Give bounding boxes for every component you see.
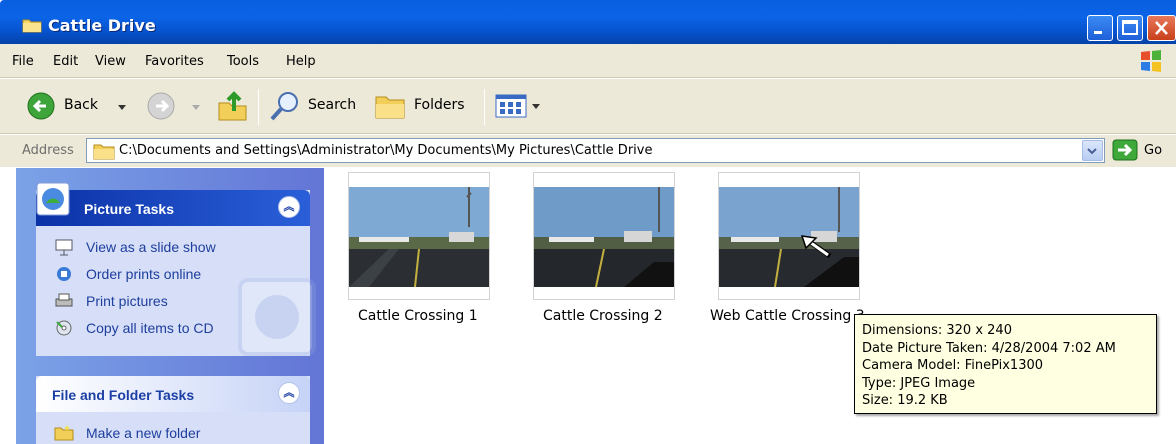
- chevron-up-icon: ︽: [283, 200, 295, 213]
- picture-tasks-header[interactable]: Picture Tasks ︽: [36, 182, 310, 226]
- tooltip-size: Size: 19.2 KB: [862, 393, 948, 408]
- folder-icon: [93, 144, 115, 160]
- folder-icon: [22, 19, 42, 33]
- file-folder-tasks-title: File and Folder Tasks: [52, 387, 195, 403]
- slideshow-icon: [55, 239, 73, 256]
- menu-favorites[interactable]: Favorites: [145, 54, 204, 69]
- file-name: Web Cattle Crossing 3: [710, 308, 865, 324]
- photo-thumbnail: [349, 187, 489, 287]
- file-name: Cattle Crossing 1: [358, 308, 478, 324]
- printer-icon: [55, 293, 73, 307]
- minimize-icon: [1094, 31, 1102, 34]
- go-arrow-icon: [1112, 139, 1138, 161]
- menu-help[interactable]: Help: [286, 54, 316, 69]
- picture-watermark-icon: [238, 278, 316, 356]
- maximize-icon: [1122, 20, 1138, 35]
- up-folder-button[interactable]: [216, 89, 250, 123]
- task-label: Order prints online: [86, 266, 202, 282]
- picture-tasks-panel: Picture Tasks ︽ View as a slide show Ord…: [36, 182, 316, 356]
- picture-tasks-title: Picture Tasks: [84, 201, 175, 217]
- maximize-button[interactable]: [1117, 15, 1143, 41]
- menu-edit[interactable]: Edit: [53, 54, 78, 69]
- search-label: Search: [308, 97, 357, 113]
- folders-icon: [375, 96, 405, 119]
- task-pane: Picture Tasks ︽ View as a slide show Ord…: [16, 168, 324, 444]
- back-button[interactable]: Back: [26, 91, 128, 123]
- up-folder-icon: [218, 91, 247, 121]
- forward-button[interactable]: [146, 91, 202, 123]
- mouse-pointer-icon: [800, 235, 832, 259]
- collapse-picture-tasks-button[interactable]: ︽: [278, 196, 300, 218]
- search-button[interactable]: Search: [268, 89, 364, 123]
- address-dropdown-button[interactable]: [1082, 140, 1103, 161]
- folders-button[interactable]: Folders: [374, 89, 474, 123]
- file-folder-tasks-header[interactable]: File and Folder Tasks ︽: [36, 376, 310, 412]
- standard-toolbar: Back Search Folders: [0, 79, 1176, 134]
- collapse-file-tasks-button[interactable]: ︽: [278, 382, 300, 404]
- task-label: Copy all items to CD: [86, 320, 214, 336]
- views-button[interactable]: [494, 91, 544, 121]
- file-info-tooltip: Dimensions: 320 x 240 Date Picture Taken…: [854, 314, 1157, 414]
- file-name: Cattle Crossing 2: [543, 308, 663, 324]
- tooltip-camera-model: Camera Model: FinePix1300: [862, 358, 1044, 373]
- tooltip-type: Type: JPEG Image: [862, 375, 976, 391]
- menu-bar: File Edit View Favorites Tools Help: [0, 44, 1176, 78]
- address-path: C:\Documents and Settings\Administrator\…: [119, 143, 653, 158]
- picture-tasks-icon: [36, 182, 70, 216]
- go-label: Go: [1144, 143, 1163, 158]
- search-icon: [270, 92, 298, 121]
- file-folder-tasks-panel: File and Folder Tasks ︽ Make a new folde…: [36, 376, 310, 444]
- back-label: Back: [64, 97, 98, 113]
- photo-thumbnail: [719, 187, 859, 287]
- tooltip-date-taken: Date Picture Taken: 4/28/2004 7:02 AM: [862, 340, 1116, 356]
- forward-dropdown-icon: [192, 105, 200, 110]
- window-title: Cattle Drive: [48, 16, 156, 35]
- back-arrow-icon: [27, 92, 55, 120]
- windows-logo-icon: [1141, 50, 1161, 72]
- folders-label: Folders: [414, 97, 465, 113]
- chevron-up-icon: ︽: [283, 386, 295, 399]
- menu-file[interactable]: File: [12, 54, 34, 69]
- task-label: Make a new folder: [86, 425, 201, 441]
- order-prints-icon: [57, 267, 71, 281]
- chevron-down-icon: [1087, 148, 1097, 155]
- menu-tools[interactable]: Tools: [227, 54, 259, 69]
- minimize-button[interactable]: [1087, 15, 1113, 41]
- thumbnail-frame: [533, 172, 675, 300]
- cd-icon: [56, 320, 72, 336]
- address-bar: Address C:\Documents and Settings\Admini…: [0, 135, 1176, 167]
- back-dropdown-icon: [118, 105, 126, 110]
- task-label: Print pictures: [86, 293, 168, 309]
- forward-arrow-icon: [147, 92, 175, 120]
- thumbnail-frame: [348, 172, 490, 300]
- views-icon: [495, 94, 540, 118]
- photo-thumbnail: [534, 187, 674, 287]
- address-input[interactable]: C:\Documents and Settings\Administrator\…: [86, 138, 1105, 163]
- go-button[interactable]: [1112, 139, 1172, 163]
- close-button[interactable]: [1147, 15, 1176, 41]
- thumbnail-frame: [718, 172, 860, 300]
- title-bar[interactable]: Cattle Drive: [0, 0, 1176, 44]
- close-icon: [1155, 21, 1168, 35]
- menu-view[interactable]: View: [95, 54, 126, 69]
- tooltip-dimensions: Dimensions: 320 x 240: [862, 323, 1012, 338]
- address-label: Address: [22, 143, 74, 158]
- task-label: View as a slide show: [86, 239, 216, 255]
- new-folder-icon: [54, 425, 74, 441]
